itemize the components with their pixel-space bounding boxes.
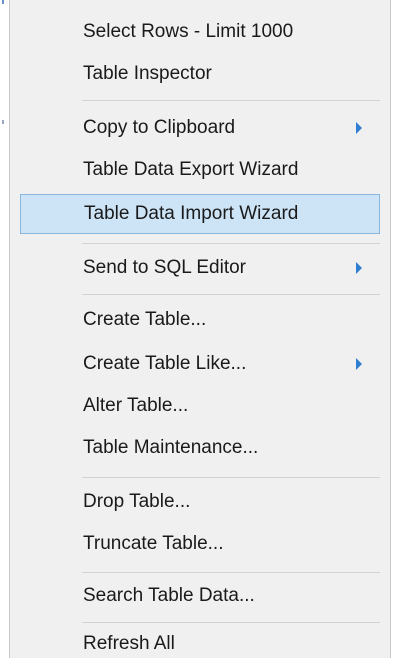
menu-separator — [82, 622, 380, 623]
menu-item-label: Drop Table... — [83, 491, 191, 512]
page: Select Rows - Limit 1000 Table Inspector… — [0, 0, 398, 658]
window-edge-mark — [2, 120, 4, 124]
menu-item-table-data-import-wizard[interactable]: Table Data Import Wizard — [20, 194, 380, 234]
menu-item-drop-table[interactable]: Drop Table... — [20, 482, 380, 522]
menu-item-create-table-like[interactable]: Create Table Like... — [20, 344, 380, 384]
menu-item-copy-to-clipboard[interactable]: Copy to Clipboard — [20, 108, 380, 148]
menu-item-label: Create Table... — [83, 309, 207, 330]
menu-item-alter-table[interactable]: Alter Table... — [20, 386, 380, 426]
menu-separator — [82, 477, 380, 478]
menu-item-refresh-all[interactable]: Refresh All — [20, 624, 380, 658]
menu-item-table-inspector[interactable]: Table Inspector — [20, 54, 380, 94]
triangle-right-icon — [356, 358, 362, 370]
menu-item-label: Table Data Import Wizard — [84, 203, 299, 224]
menu-separator — [82, 294, 380, 295]
menu-item-label: Truncate Table... — [83, 533, 224, 554]
menu-item-label: Table Maintenance... — [83, 437, 259, 458]
context-menu: Select Rows - Limit 1000 Table Inspector… — [9, 0, 391, 658]
menu-item-label: Create Table Like... — [83, 353, 247, 374]
menu-item-select-rows[interactable]: Select Rows - Limit 1000 — [20, 12, 380, 52]
menu-item-table-maintenance[interactable]: Table Maintenance... — [20, 428, 380, 468]
menu-item-label: Refresh All — [83, 633, 175, 654]
background-window-edge — [0, 0, 9, 658]
menu-separator — [82, 243, 380, 244]
triangle-right-icon — [356, 262, 362, 274]
menu-separator — [82, 100, 380, 101]
menu-item-send-to-sql-editor[interactable]: Send to SQL Editor — [20, 248, 380, 288]
window-edge-mark — [2, 0, 4, 4]
triangle-right-icon — [356, 122, 362, 134]
menu-item-label: Table Inspector — [83, 63, 212, 84]
menu-item-label: Alter Table... — [83, 395, 189, 416]
menu-item-table-data-export-wizard[interactable]: Table Data Export Wizard — [20, 150, 380, 190]
menu-item-truncate-table[interactable]: Truncate Table... — [20, 524, 380, 564]
menu-item-label: Send to SQL Editor — [83, 257, 247, 278]
menu-item-label: Table Data Export Wizard — [83, 159, 299, 180]
menu-item-label: Search Table Data... — [83, 585, 255, 606]
menu-separator — [82, 572, 380, 573]
menu-item-label: Select Rows - Limit 1000 — [83, 21, 294, 42]
menu-item-search-table-data[interactable]: Search Table Data... — [20, 576, 380, 616]
menu-item-create-table[interactable]: Create Table... — [20, 300, 380, 340]
menu-item-label: Copy to Clipboard — [83, 117, 236, 138]
